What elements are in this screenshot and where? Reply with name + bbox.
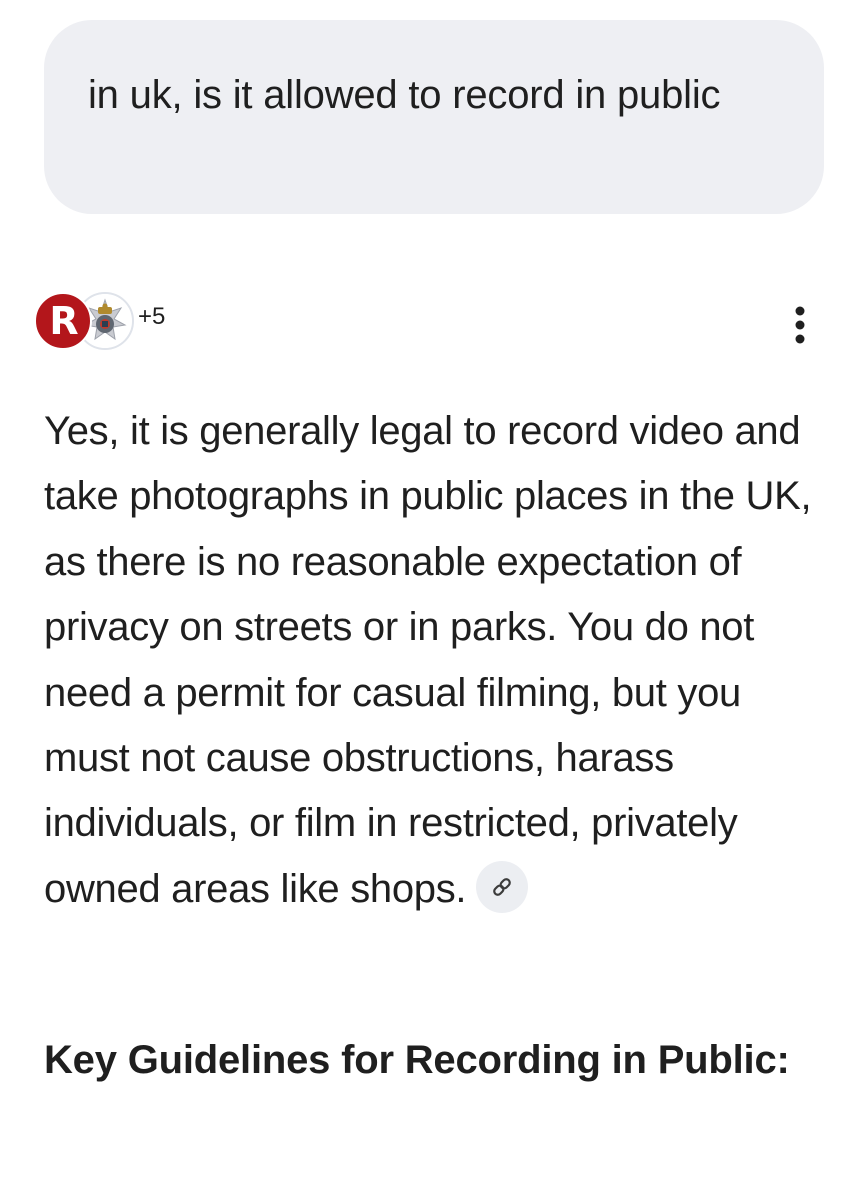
answer-text: Yes, it is generally legal to record vid…	[44, 409, 812, 911]
source-avatar-stack[interactable]: R	[34, 292, 134, 350]
source-avatar-letter: R	[49, 299, 79, 343]
user-query-text: in uk, is it allowed to record in public	[88, 73, 721, 117]
user-query-bubble: in uk, is it allowed to record in public	[44, 20, 824, 214]
answer-paragraph: Yes, it is generally legal to record vid…	[44, 399, 834, 922]
more-vert-icon[interactable]	[780, 300, 820, 350]
more-sources-count[interactable]: +5	[138, 303, 165, 331]
section-heading: Key Guidelines for Recording in Public:	[44, 1038, 790, 1082]
source-avatars-row[interactable]: R +5	[34, 292, 165, 350]
source-link-chip[interactable]	[476, 861, 529, 914]
r-logo-icon: R	[34, 292, 92, 350]
link-icon	[493, 878, 512, 897]
